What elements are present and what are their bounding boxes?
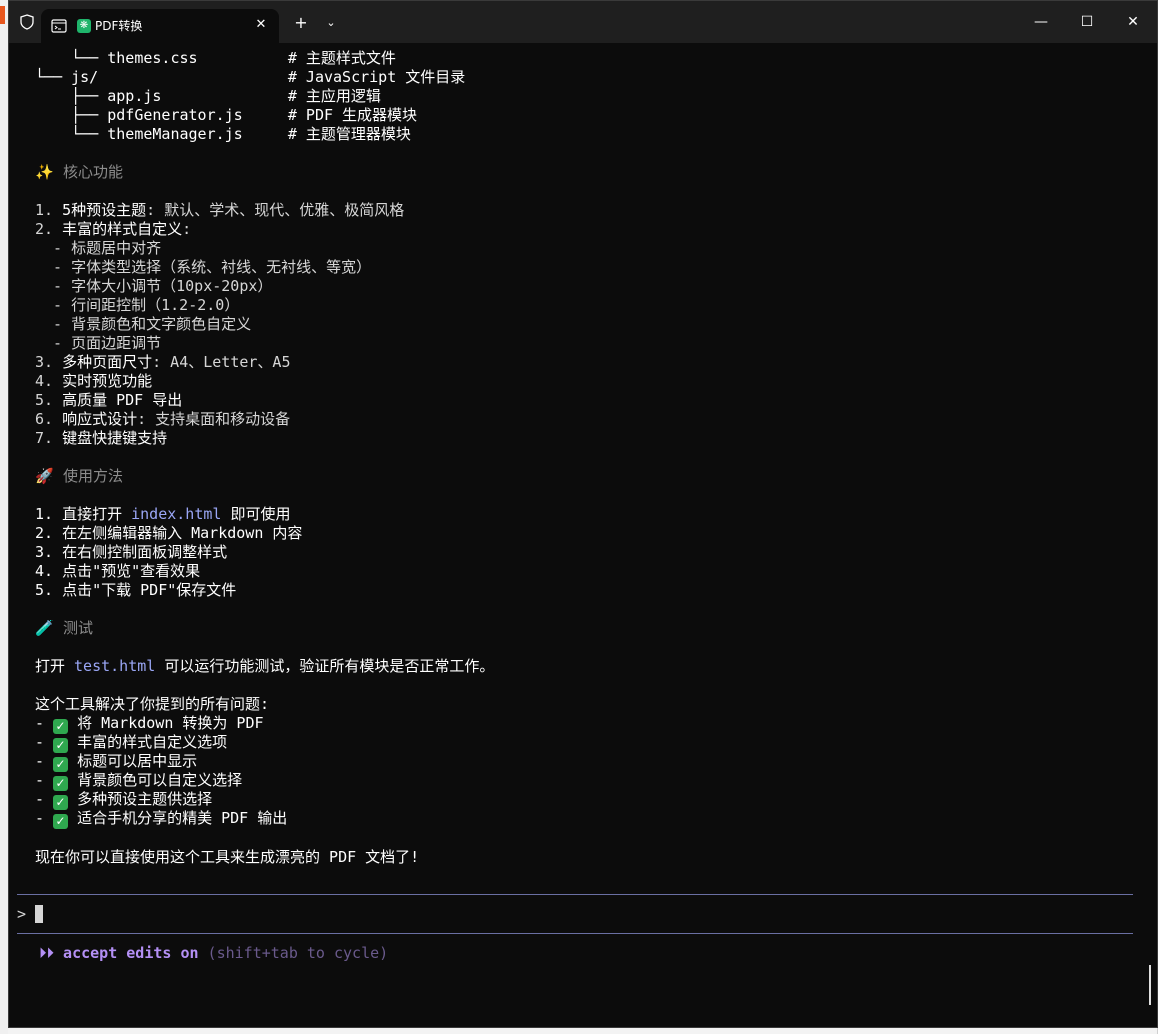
checkmark-icon: ✓: [53, 738, 69, 753]
checkmark-icon: ✓: [53, 719, 69, 734]
checklist-item: - ✓ 背景颜色可以自定义选择: [35, 771, 243, 791]
test-line: 打开 test.html 可以运行功能测试，验证所有模块是否正常工作。: [35, 657, 495, 675]
usage-step: 2. 在左侧编辑器输入 Markdown 内容: [35, 524, 303, 542]
usage-step: 1. 直接打开 index.html 即可使用: [35, 505, 291, 523]
fast-forward-icon: ⏵⏵: [39, 944, 55, 962]
terminal-window: ❋ PDF转换 ✕ + ⌄ — ☐ ✕ └── themes.css # 主题样…: [8, 0, 1158, 1028]
mode-status: ⏵⏵ accept edits on (shift+tab to cycle): [39, 944, 388, 963]
input-top-border: [17, 894, 1133, 895]
feature-item: 1. 5种预设主题: 默认、学术、现代、优雅、极简风格: [35, 201, 405, 219]
tree-line: └── themes.css # 主题样式文件: [35, 49, 396, 67]
checkmark-icon: ✓: [53, 814, 69, 829]
feature-item: 7. 键盘快捷键支持: [35, 429, 168, 447]
feature-item: 6. 响应式设计: 支持桌面和移动设备: [35, 410, 291, 428]
section-heading-usage: 🚀 使用方法: [35, 467, 124, 485]
feature-item: - 字体大小调节（10px-20px）: [35, 277, 273, 295]
close-window-button[interactable]: ✕: [1111, 7, 1155, 37]
tree-line: └── themeManager.js # 主题管理器模块: [35, 125, 411, 143]
usage-step: 3. 在右侧控制面板调整样式: [35, 543, 228, 561]
section-heading-test: 🧪 测试: [35, 619, 94, 637]
section-heading-features: ✨ 核心功能: [35, 163, 124, 181]
input-bottom-border: [17, 933, 1133, 934]
checklist-item: - ✓ 将 Markdown 转换为 PDF: [35, 714, 264, 734]
tree-line: ├── app.js # 主应用逻辑: [35, 87, 381, 105]
terminal-icon: [51, 19, 67, 33]
background-app-sliver: [0, 6, 5, 24]
checkmark-icon: ✓: [53, 795, 69, 810]
tree-line: └── js/ # JavaScript 文件目录: [35, 68, 466, 86]
checkmark-icon: ✓: [53, 757, 69, 772]
feature-item: 5. 高质量 PDF 导出: [35, 391, 183, 409]
title-bar: ❋ PDF转换 ✕ + ⌄ — ☐ ✕: [9, 1, 1157, 43]
tree-line: ├── pdfGenerator.js # PDF 生成器模块: [35, 106, 418, 124]
closing-message: 现在你可以直接使用这个工具来生成漂亮的 PDF 文档了!: [35, 848, 420, 866]
minimize-button[interactable]: —: [1019, 7, 1063, 37]
shield-icon[interactable]: [19, 14, 35, 30]
feature-item: 4. 实时预览功能: [35, 372, 153, 390]
app-icon: ❋: [77, 19, 91, 33]
new-tab-button[interactable]: +: [291, 13, 311, 33]
tab-close-icon[interactable]: ✕: [251, 15, 271, 35]
feature-item: - 行间距控制（1.2-2.0）: [35, 296, 240, 314]
rocket-icon: 🚀: [35, 467, 54, 485]
summary-intro: 这个工具解决了你提到的所有问题:: [35, 695, 270, 713]
feature-item: - 标题居中对齐: [35, 239, 162, 257]
checkmark-icon: ✓: [53, 776, 69, 791]
prompt-symbol: >: [17, 905, 27, 923]
feature-item: - 背景颜色和文字颜色自定义: [35, 315, 252, 333]
usage-step: 4. 点击"预览"查看效果: [35, 562, 201, 580]
maximize-button[interactable]: ☐: [1065, 7, 1109, 37]
feature-item: - 字体类型选择（系统、衬线、无衬线、等宽）: [35, 258, 372, 276]
mode-label: accept edits on: [63, 944, 199, 962]
mode-hint: (shift+tab to cycle): [207, 944, 389, 962]
code-filename: test.html: [74, 657, 156, 675]
checklist-item: - ✓ 标题可以居中显示: [35, 752, 198, 772]
checklist-item: - ✓ 丰富的样式自定义选项: [35, 733, 228, 753]
test-tube-icon: 🧪: [35, 619, 54, 637]
feature-item: 2. 丰富的样式自定义:: [35, 220, 192, 238]
feature-item: 3. 多种页面尺寸: A4、Letter、A5: [35, 353, 291, 371]
sparkles-icon: ✨: [35, 163, 54, 181]
tab-title: PDF转换: [95, 19, 143, 33]
terminal-output: └── themes.css # 主题样式文件 └── js/ # JavaSc…: [9, 43, 1157, 1027]
feature-item: - 页面边距调节: [35, 334, 162, 352]
usage-step: 5. 点击"下载 PDF"保存文件: [35, 581, 237, 599]
tab-dropdown-chevron-icon[interactable]: ⌄: [321, 13, 341, 33]
code-filename: index.html: [131, 505, 222, 523]
checklist-item: - ✓ 适合手机分享的精美 PDF 输出: [35, 809, 288, 829]
desktop-background-right: [1157, 0, 1164, 1034]
scrollbar-thumb[interactable]: [1149, 965, 1151, 1005]
input-cursor[interactable]: [35, 905, 43, 923]
checklist-item: - ✓ 多种预设主题供选择: [35, 790, 213, 810]
desktop-background-left: [0, 0, 8, 1034]
tab-pdf-convert[interactable]: ❋ PDF转换 ✕: [41, 9, 279, 43]
